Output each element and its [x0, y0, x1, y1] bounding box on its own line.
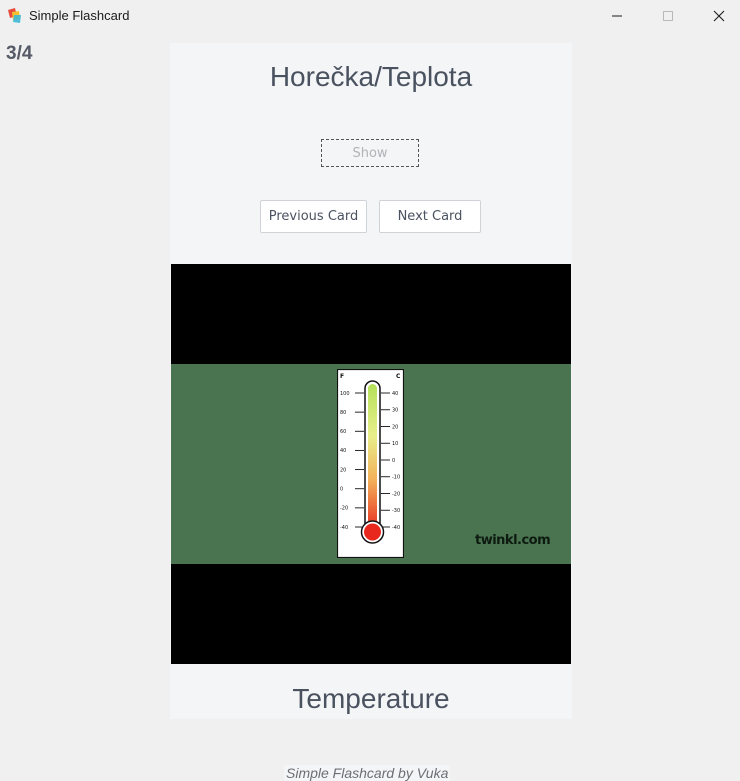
scale-tick-label: 20	[392, 424, 398, 430]
close-icon	[713, 10, 725, 22]
scale-tick-label: 80	[340, 410, 346, 416]
card-image: F C 100 80 60 40 20 0 -20 -40 40 30 20 10 0 -10 -20 -3…	[171, 264, 571, 664]
image-background: F C 100 80 60 40 20 0 -20 -40 40 30 20 10 0 -10 -20 -3…	[171, 364, 571, 564]
flashcard-app-icon	[8, 8, 21, 23]
maximize-button[interactable]	[643, 0, 693, 32]
minimize-icon	[612, 15, 622, 17]
next-card-button[interactable]: Next Card	[379, 200, 481, 233]
scale-tick-label: -10	[392, 475, 400, 481]
scale-tick-label: 100	[340, 391, 350, 397]
card-counter: 3/4	[6, 43, 33, 64]
window-title: Simple Flashcard	[29, 8, 130, 23]
answer-text: Temperature	[292, 683, 450, 714]
scale-tick-label: -40	[340, 525, 348, 531]
scale-tick-label: 0	[392, 458, 395, 464]
scale-tick-label: 60	[340, 429, 346, 435]
title-bar: Simple Flashcard	[0, 0, 740, 33]
minimize-button[interactable]	[592, 0, 642, 32]
scale-tick-label: 40	[340, 448, 346, 454]
scale-tick-label: 0	[340, 487, 343, 493]
maximize-icon	[663, 11, 673, 21]
close-button[interactable]	[694, 0, 740, 32]
question-text: Horečka/Teplota	[269, 61, 473, 92]
scale-tick-label: 40	[392, 391, 398, 397]
image-watermark: twinkl.com	[475, 533, 551, 548]
thermometer-image: F C 100806040200-20-40 403020100-10-20-3…	[337, 369, 404, 558]
scale-tick-label: 10	[392, 441, 398, 447]
scale-tick-label: -20	[392, 491, 400, 497]
fahrenheit-label: F	[340, 373, 344, 380]
previous-card-button[interactable]: Previous Card	[260, 200, 367, 233]
flashcard: Horečka/Teplota Show Previous Card Next …	[170, 43, 572, 719]
scale-tick-label: -40	[392, 525, 400, 531]
scale-tick-label: -20	[340, 506, 348, 512]
scale-tick-label: -30	[392, 508, 400, 514]
show-button[interactable]: Show	[321, 139, 419, 167]
celsius-label: C	[396, 373, 401, 380]
scale-tick-label: 20	[340, 467, 346, 473]
scale-tick-label: 30	[392, 408, 398, 414]
